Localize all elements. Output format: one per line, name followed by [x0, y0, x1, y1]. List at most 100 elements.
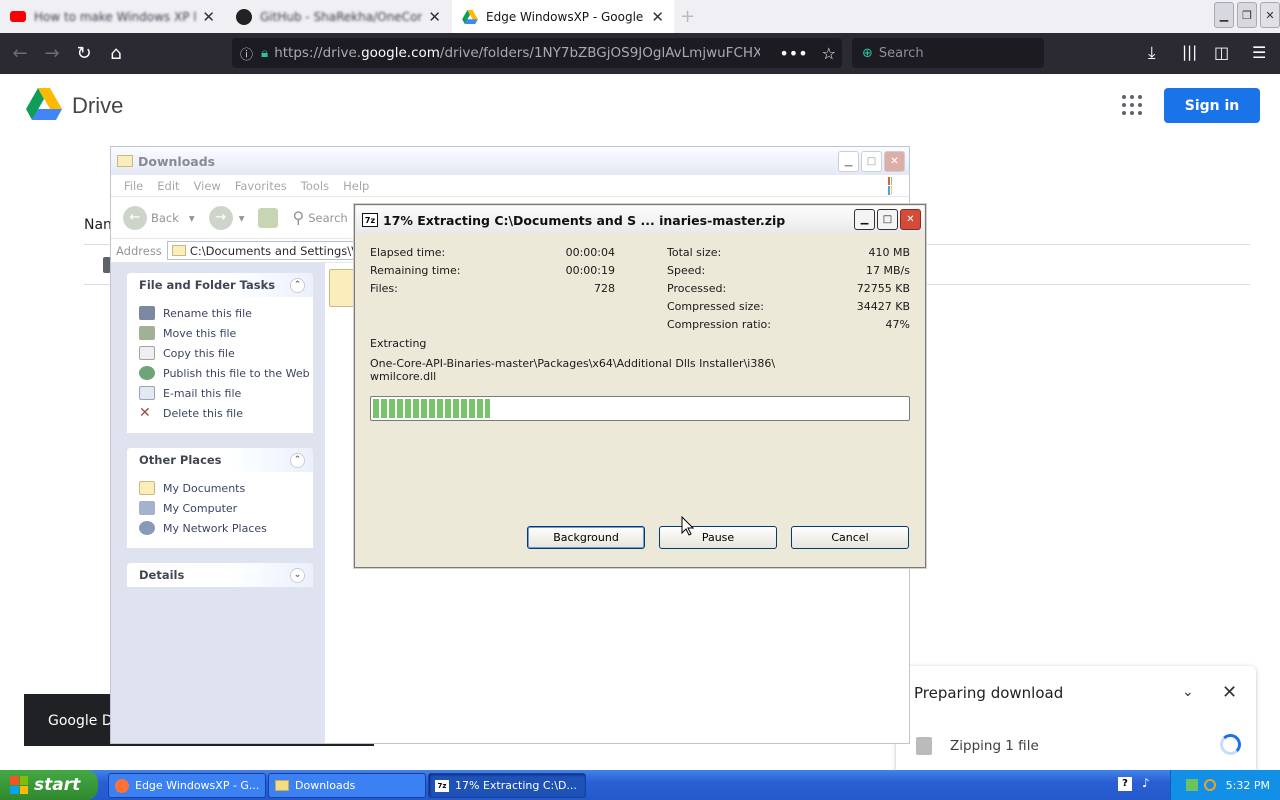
cancel-button[interactable]: Cancel — [791, 526, 909, 549]
youtube-icon — [10, 11, 26, 22]
minimize-icon[interactable]: ▁ — [838, 151, 859, 172]
close-icon[interactable]: ✕ — [900, 209, 921, 230]
speed-value: 17 MB/s — [866, 264, 910, 277]
windows-logo-icon — [881, 176, 899, 195]
search-button-label[interactable]: Search — [308, 211, 348, 225]
mail-icon — [139, 386, 155, 400]
elapsed-value: 00:00:04 — [565, 246, 615, 259]
sign-in-button[interactable]: Sign in — [1164, 88, 1260, 123]
back-arrow-icon[interactable]: ← — [4, 38, 36, 70]
close-icon[interactable]: ✕ — [1222, 682, 1237, 703]
browser-tab-strip: How to make Windows XP look good (2023) … — [0, 0, 1280, 33]
reload-icon[interactable]: ↻ — [68, 38, 100, 70]
back-button-label[interactable]: Back — [151, 211, 179, 225]
volume-icon[interactable]: ♪ — [1142, 776, 1150, 790]
pane-title: Details — [139, 568, 185, 582]
search-bar[interactable]: ⊕ Search — [852, 38, 1044, 68]
collapse-icon[interactable]: ⌃ — [290, 277, 305, 293]
menu-file[interactable]: File — [117, 179, 150, 193]
name-column-header[interactable]: Nan — [84, 217, 112, 233]
extraction-dialog[interactable]: 7z 17% Extracting C:\Documents and S ...… — [354, 204, 926, 568]
collapse-icon[interactable]: ⌃ — [290, 452, 305, 468]
menu-view[interactable]: View — [187, 179, 228, 193]
place-network[interactable]: My Network Places — [139, 518, 313, 538]
task-publish[interactable]: Publish this file to the Web — [139, 363, 313, 383]
total-size-label: Total size: — [667, 246, 722, 259]
menu-favorites[interactable]: Favorites — [228, 179, 294, 193]
bookmark-star-icon[interactable]: ☆ — [822, 44, 836, 63]
google-apps-icon[interactable] — [1122, 95, 1142, 115]
browser-tab-drive[interactable]: Edge WindowsXP - Google Drive ✕ — [452, 0, 674, 33]
search-icon[interactable]: ⚲ — [292, 208, 304, 227]
taskbar-item-downloads[interactable]: Downloads — [268, 773, 426, 798]
home-icon[interactable]: ⌂ — [100, 38, 132, 70]
pane-header[interactable]: Other Places ⌃ — [127, 448, 313, 472]
chevron-down-icon[interactable]: ⌄ — [1182, 684, 1194, 700]
dialog-titlebar[interactable]: 7z 17% Extracting C:\Documents and S ...… — [356, 206, 924, 234]
task-rename[interactable]: Rename this file — [139, 303, 313, 323]
network-icon — [139, 521, 155, 535]
place-my-computer[interactable]: My Computer — [139, 498, 313, 518]
address-label: Address — [116, 243, 162, 258]
menu-edit[interactable]: Edit — [150, 179, 186, 193]
task-label: Move this file — [163, 326, 237, 340]
downloads-icon[interactable]: ⤓ — [1148, 43, 1156, 63]
search-tray-icon[interactable] — [1203, 779, 1216, 791]
info-icon[interactable]: ⓘ — [240, 44, 253, 63]
folder-up-icon[interactable] — [258, 207, 279, 228]
taskbar-item-extracting[interactable]: 7z 17% Extracting C:\D... — [428, 773, 586, 798]
sidebar-icon[interactable]: ◫ — [1214, 43, 1229, 62]
url-domain: google.com — [361, 45, 440, 61]
folder-icon — [275, 780, 289, 791]
drive-header — [0, 74, 1280, 138]
loading-spinner-icon — [1220, 734, 1241, 755]
search-engine-icon[interactable]: ⊕ — [862, 46, 873, 61]
pane-header[interactable]: Details ⌄ — [127, 563, 313, 587]
drive-app-name[interactable]: Drive — [72, 93, 123, 119]
pause-button[interactable]: Pause — [659, 526, 777, 549]
dropdown-icon[interactable]: ▾ — [239, 211, 245, 225]
close-tab-icon[interactable]: ✕ — [202, 8, 215, 26]
expand-icon[interactable]: ⌄ — [290, 567, 305, 583]
close-tab-icon[interactable]: ✕ — [428, 8, 441, 26]
pane-header[interactable]: File and Folder Tasks ⌃ — [127, 273, 313, 297]
windows-logo-icon — [10, 776, 28, 794]
files-value: 728 — [594, 282, 615, 295]
globe-icon — [139, 366, 155, 380]
network-tray-icon[interactable] — [1185, 779, 1198, 791]
minimize-icon[interactable]: ▁ — [1214, 2, 1234, 28]
close-icon[interactable]: ✕ — [884, 151, 905, 172]
compression-ratio-value: 47% — [885, 318, 910, 331]
taskbar-item-browser[interactable]: Edge WindowsXP - G... — [108, 773, 266, 798]
menu-tools[interactable]: Tools — [294, 179, 336, 193]
task-email[interactable]: E-mail this file — [139, 383, 313, 403]
browser-tab-youtube[interactable]: How to make Windows XP look good (2023) … — [0, 0, 225, 33]
forward-icon[interactable]: → — [208, 205, 233, 230]
google-drive-logo-icon[interactable] — [26, 88, 62, 120]
task-delete[interactable]: ✕ Delete this file — [139, 403, 313, 423]
page-actions-icon[interactable]: ••• — [779, 44, 807, 63]
dropdown-icon[interactable]: ▾ — [189, 211, 195, 225]
forward-arrow-icon[interactable]: → — [36, 38, 68, 70]
maximize-icon[interactable]: □ — [877, 209, 898, 230]
new-tab-icon[interactable]: + — [680, 6, 695, 27]
task-move[interactable]: Move this file — [139, 323, 313, 343]
restore-icon[interactable]: ❐ — [1237, 2, 1257, 28]
folder-icon[interactable] — [329, 269, 357, 307]
url-bar[interactable]: ⓘ 🔒︎ https://drive. google.com/drive/fold… — [232, 38, 842, 68]
back-icon[interactable]: ← — [123, 205, 147, 230]
start-button[interactable]: start — [0, 770, 98, 800]
menu-help[interactable]: Help — [336, 179, 376, 193]
menu-icon[interactable]: ☰ — [1252, 43, 1266, 62]
minimize-icon[interactable]: ▁ — [854, 209, 875, 230]
task-copy[interactable]: Copy this file — [139, 343, 313, 363]
close-window-icon[interactable]: ✕ — [1260, 2, 1280, 28]
maximize-icon[interactable]: □ — [861, 151, 882, 172]
close-tab-icon[interactable]: ✕ — [651, 8, 664, 26]
place-my-documents[interactable]: My Documents — [139, 478, 313, 498]
help-icon[interactable]: ? — [1118, 777, 1132, 791]
explorer-titlebar[interactable]: Downloads ▁ □ ✕ — [111, 147, 909, 175]
library-icon[interactable]: ||| — [1182, 43, 1197, 61]
background-button[interactable]: Background — [527, 526, 645, 549]
browser-tab-github[interactable]: GitHub - ShaRekha/OneCore-Binaries ✕ — [226, 0, 451, 33]
